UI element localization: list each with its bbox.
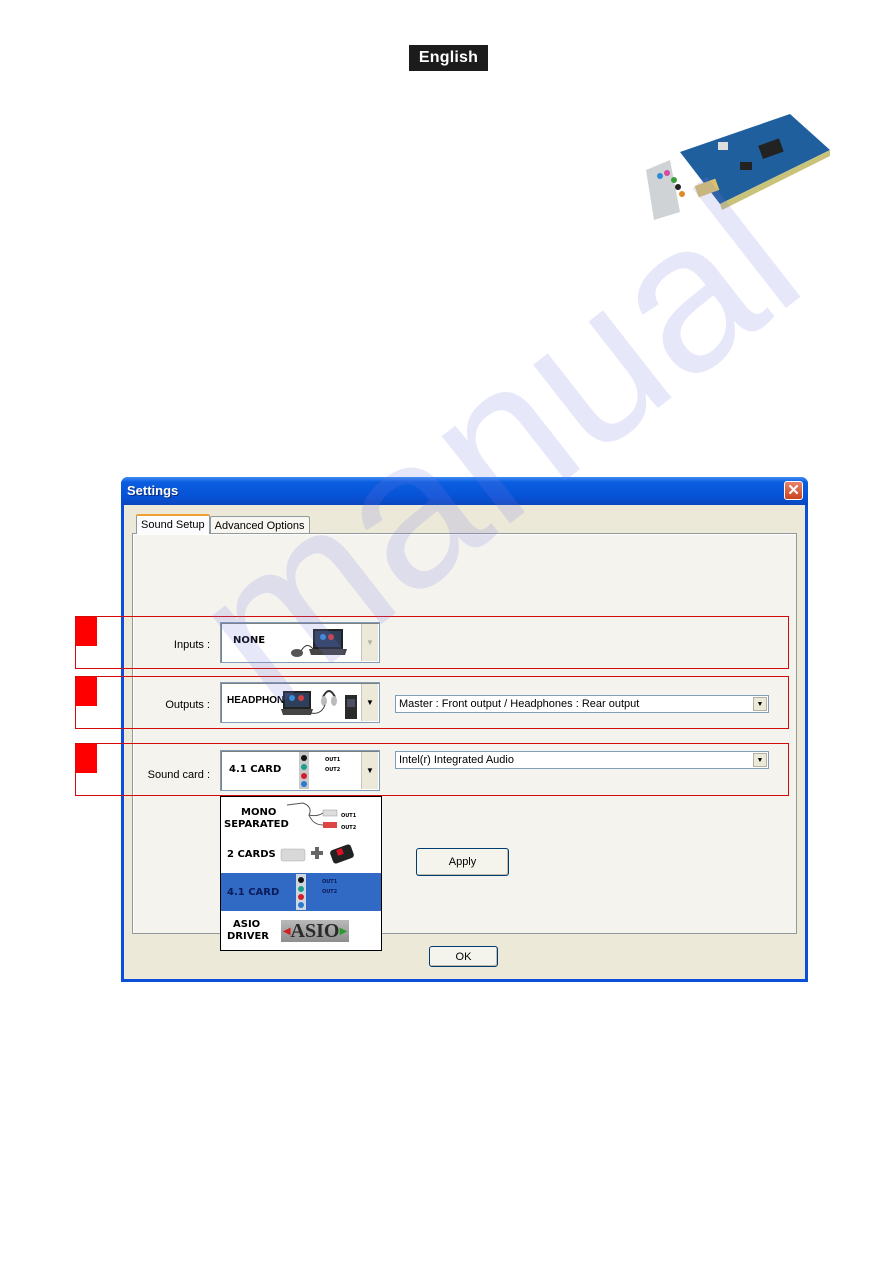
jack-blue-icon bbox=[301, 781, 307, 787]
option-out1-label: OUT1 bbox=[341, 813, 357, 819]
jack-black-icon bbox=[301, 755, 307, 761]
soundcard-dropdown-list: MONO SEPARATED OUT1 OUT2 2 CARDS 4.1 CAR… bbox=[220, 796, 382, 951]
jack-black-icon bbox=[298, 877, 304, 883]
close-button[interactable]: ✕ bbox=[784, 481, 803, 500]
outputs-picker-dropdown-button[interactable]: ▼ bbox=[361, 684, 378, 721]
soundcard-picker-dropdown-button[interactable]: ▼ bbox=[361, 752, 378, 789]
laptop-headphones-speaker-icon bbox=[281, 690, 357, 719]
output-routing-dropdown-arrow[interactable]: ▼ bbox=[753, 697, 767, 711]
sound-card-photo bbox=[646, 114, 830, 220]
ok-button[interactable]: OK bbox=[429, 946, 498, 967]
jack-red-icon bbox=[298, 894, 304, 900]
option-label-line2: DRIVER bbox=[227, 931, 269, 942]
asio-logo-text: ASIO bbox=[290, 919, 340, 942]
language-badge: English bbox=[409, 45, 488, 71]
soundcard-option-2-cards[interactable]: 2 CARDS bbox=[221, 835, 381, 873]
asio-arrow-left-icon: ◀ bbox=[282, 925, 291, 937]
tab-strip: Sound Setup Advanced Options bbox=[136, 514, 310, 534]
laptop-mouse-icon bbox=[291, 629, 347, 657]
out2-label: OUT2 bbox=[325, 767, 341, 773]
soundcard-marker-square bbox=[76, 744, 97, 773]
soundcard-option-4-1-card[interactable]: 4.1 CARD OUT1 OUT2 bbox=[221, 873, 381, 911]
tab-sound-setup[interactable]: Sound Setup bbox=[136, 514, 210, 534]
apply-button[interactable]: Apply bbox=[416, 848, 509, 876]
jack-blue-icon bbox=[298, 902, 304, 908]
outputs-picker[interactable]: HEADPHONES ▼ bbox=[220, 682, 380, 723]
tab-advanced-options[interactable]: Advanced Options bbox=[209, 516, 310, 534]
output-routing-combo[interactable]: Master : Front output / Headphones : Rea… bbox=[395, 695, 769, 713]
outputs-label: Outputs : bbox=[165, 699, 210, 711]
inputs-picker[interactable]: NONE ▼ bbox=[220, 622, 380, 663]
jack-green-icon bbox=[301, 764, 307, 770]
audio-device-value: Intel(r) Integrated Audio bbox=[399, 754, 514, 766]
outputs-marker-square bbox=[76, 677, 97, 706]
jack-green-icon bbox=[298, 886, 304, 892]
out1-label: OUT1 bbox=[325, 757, 341, 763]
soundcard-option-asio-driver[interactable]: ASIO DRIVER ◀ ASIO ▶ bbox=[221, 911, 381, 950]
close-icon: ✕ bbox=[787, 482, 800, 499]
option-label-line1: 2 CARDS bbox=[227, 849, 276, 860]
jack-red-icon bbox=[301, 773, 307, 779]
inputs-picker-value: NONE bbox=[233, 635, 266, 646]
audio-device-combo[interactable]: Intel(r) Integrated Audio ▼ bbox=[395, 751, 769, 769]
inputs-label: Inputs : bbox=[173, 639, 210, 651]
title-bar[interactable]: Settings ✕ bbox=[121, 477, 808, 505]
inputs-marker-square bbox=[76, 617, 97, 646]
option-label-line2: SEPARATED bbox=[224, 819, 289, 830]
option-label-line1: MONO bbox=[241, 807, 277, 818]
soundcard-option-mono-separated[interactable]: MONO SEPARATED OUT1 OUT2 bbox=[221, 797, 381, 835]
soundcard-picker-value: 4.1 CARD bbox=[229, 764, 282, 775]
option-out2-label: OUT2 bbox=[322, 889, 338, 895]
option-label-line1: ASIO bbox=[233, 919, 261, 930]
inputs-picker-dropdown-button[interactable]: ▼ bbox=[361, 624, 378, 661]
soundcard-picker[interactable]: 4.1 CARD OUT1 OUT2 ▼ bbox=[220, 750, 380, 791]
option-out1-label: OUT1 bbox=[322, 879, 338, 885]
rca-cable-icon bbox=[286, 802, 338, 828]
two-cards-icon bbox=[280, 844, 354, 864]
asio-logo: ◀ ASIO ▶ bbox=[281, 920, 349, 942]
output-routing-value: Master : Front output / Headphones : Rea… bbox=[399, 698, 640, 710]
option-out2-label: OUT2 bbox=[341, 825, 357, 831]
asio-arrow-right-icon: ▶ bbox=[339, 925, 348, 937]
option-label-line1: 4.1 CARD bbox=[227, 887, 280, 898]
window-title: Settings bbox=[127, 483, 179, 498]
audio-device-dropdown-arrow[interactable]: ▼ bbox=[753, 753, 767, 767]
soundcard-label: Sound card : bbox=[147, 769, 210, 781]
